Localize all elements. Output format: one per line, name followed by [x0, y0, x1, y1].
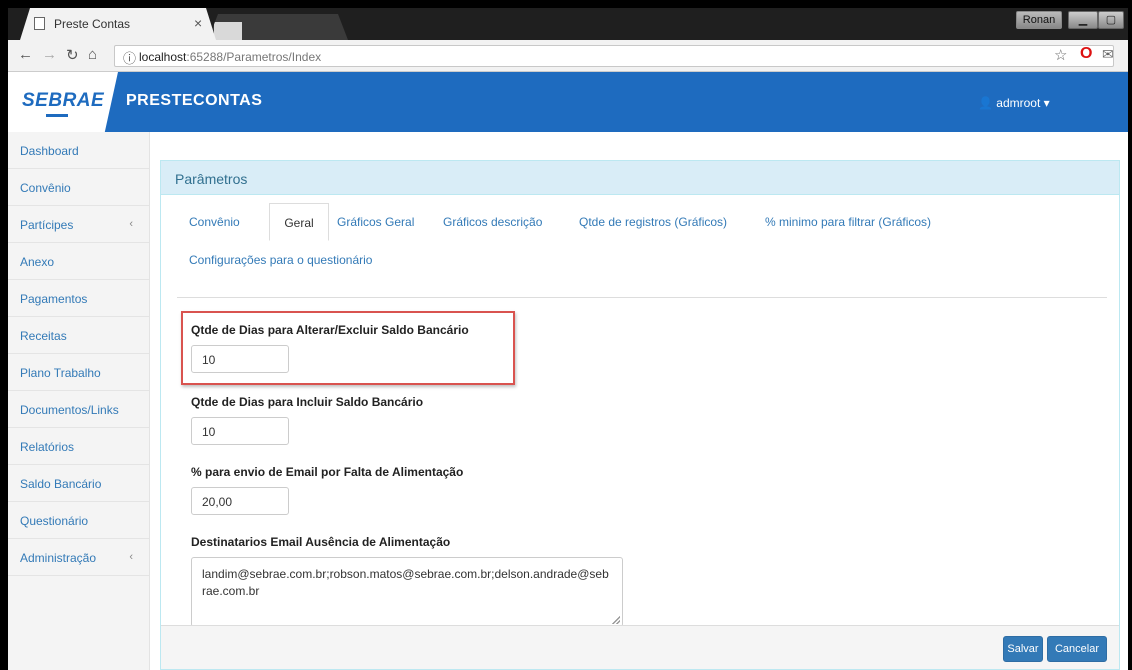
field-label-alterar-excluir: Qtde de Dias para Alterar/Excluir Saldo … — [191, 323, 469, 337]
user-name: admroot ▾ — [996, 96, 1050, 110]
tab-configuracoes-questionario[interactable]: Configurações para o questionário — [189, 253, 372, 267]
field-label-destinatarios: Destinatarios Email Ausência de Alimenta… — [191, 535, 451, 549]
tab-geral[interactable]: Geral — [269, 203, 329, 241]
browser-tab-active[interactable]: Preste Contas × — [20, 8, 216, 40]
sidebar-item-anexo[interactable]: Anexo — [8, 243, 149, 280]
window-user-badge[interactable]: Ronan — [1016, 11, 1062, 29]
sidebar-item-dashboard[interactable]: Dashboard — [8, 132, 149, 169]
tab-graficos-descricao[interactable]: Gráficos descrição — [443, 215, 542, 229]
maximize-icon[interactable]: ▢ — [1098, 11, 1124, 29]
info-icon[interactable]: ⓘ — [123, 48, 136, 67]
sidebar-item-participes[interactable]: Partícipes ‹ — [8, 206, 149, 243]
page-icon — [34, 17, 45, 30]
field-label-percentual-email: % para envio de Email por Falta de Alime… — [191, 465, 464, 479]
sidebar-item-relatorios[interactable]: Relatórios — [8, 428, 149, 465]
forward-icon[interactable]: → — [42, 46, 57, 63]
destinatarios-textarea[interactable]: landim@sebrae.com.br;robson.matos@sebrae… — [191, 557, 623, 627]
dias-alterar-excluir-input[interactable]: 10 — [191, 345, 289, 373]
top-navbar: SEBRAE PRESTECONTAS 👤 admroot ▾ — [8, 72, 1128, 132]
parametros-panel: Parâmetros Convênio Geral Gráficos Geral… — [160, 160, 1120, 670]
user-menu[interactable]: 👤 admroot ▾ — [978, 96, 1050, 110]
tab-convenio[interactable]: Convênio — [189, 215, 240, 229]
sidebar-item-saldo-bancario[interactable]: Saldo Bancário — [8, 465, 149, 502]
address-input[interactable]: ⓘ localhost:65288/Parametros/Index — [114, 45, 1114, 67]
sidebar: Dashboard Convênio Partícipes ‹ Anexo Pag… — [8, 132, 150, 670]
sidebar-item-administracao[interactable]: Administração ‹ — [8, 539, 149, 576]
panel-footer: Salvar Cancelar — [161, 625, 1119, 669]
browser-toolbar: ← → ↻ ⌂ ⓘ localhost:65288/Parametros/Ind… — [8, 40, 1128, 72]
minimize-icon[interactable]: ▁ — [1068, 11, 1098, 29]
inactive-tab[interactable] — [208, 14, 348, 40]
panel-title: Parâmetros — [161, 161, 1119, 195]
logo-text: SEBRAE — [22, 90, 105, 111]
dias-incluir-input[interactable]: 10 — [191, 417, 289, 445]
sidebar-item-pagamentos[interactable]: Pagamentos — [8, 280, 149, 317]
logo-underline — [46, 114, 68, 117]
brand-title[interactable]: PRESTECONTAS — [126, 92, 262, 110]
chevron-left-icon: ‹ — [129, 551, 133, 563]
tab-minimo-filtrar[interactable]: % minimo para filtrar (Gráficos) — [765, 215, 931, 229]
field-label-incluir: Qtde de Dias para Incluir Saldo Bancário — [191, 395, 424, 409]
sidebar-item-documentos-links[interactable]: Documentos/Links — [8, 391, 149, 428]
browser-tabstrip: Preste Contas × Ronan ▁ ▢ — [8, 8, 1128, 40]
back-icon[interactable]: ← — [18, 46, 33, 63]
bookmark-star-icon[interactable]: ☆ — [1054, 46, 1067, 64]
sebrae-logo[interactable]: SEBRAE — [8, 72, 118, 132]
destinatarios-text: landim@sebrae.com.br;robson.matos@sebrae… — [202, 567, 609, 598]
opera-extension-icon[interactable]: O — [1080, 45, 1092, 63]
url-text: localhost:65288/Parametros/Index — [139, 50, 322, 64]
reload-icon[interactable]: ↻ — [66, 46, 79, 64]
sidebar-item-questionario[interactable]: Questionário — [8, 502, 149, 539]
browser-tab-title: Preste Contas — [54, 17, 131, 31]
sidebar-item-receitas[interactable]: Receitas — [8, 317, 149, 354]
main-content: Parâmetros Convênio Geral Gráficos Geral… — [150, 132, 1128, 670]
tab-divider — [177, 297, 1107, 298]
user-icon: 👤 — [978, 96, 993, 110]
tab-graficos-geral[interactable]: Gráficos Geral — [337, 215, 414, 229]
tab-favicon-placeholder — [214, 22, 242, 40]
resize-grip-icon[interactable] — [612, 616, 620, 624]
sidebar-item-plano-trabalho[interactable]: Plano Trabalho — [8, 354, 149, 391]
save-button[interactable]: Salvar — [1003, 636, 1043, 662]
close-icon[interactable]: × — [194, 15, 202, 31]
app-root: SEBRAE PRESTECONTAS 👤 admroot ▾ Dashboar… — [8, 72, 1128, 670]
home-icon[interactable]: ⌂ — [88, 46, 97, 63]
cancel-button[interactable]: Cancelar — [1047, 636, 1107, 662]
sidebar-item-convenio[interactable]: Convênio — [8, 169, 149, 206]
percentual-email-input[interactable]: 20,00 — [191, 487, 289, 515]
tab-qtde-registros[interactable]: Qtde de registros (Gráficos) — [579, 215, 727, 229]
extension-icon[interactable]: ✉ — [1102, 46, 1114, 63]
chevron-left-icon: ‹ — [129, 218, 133, 230]
